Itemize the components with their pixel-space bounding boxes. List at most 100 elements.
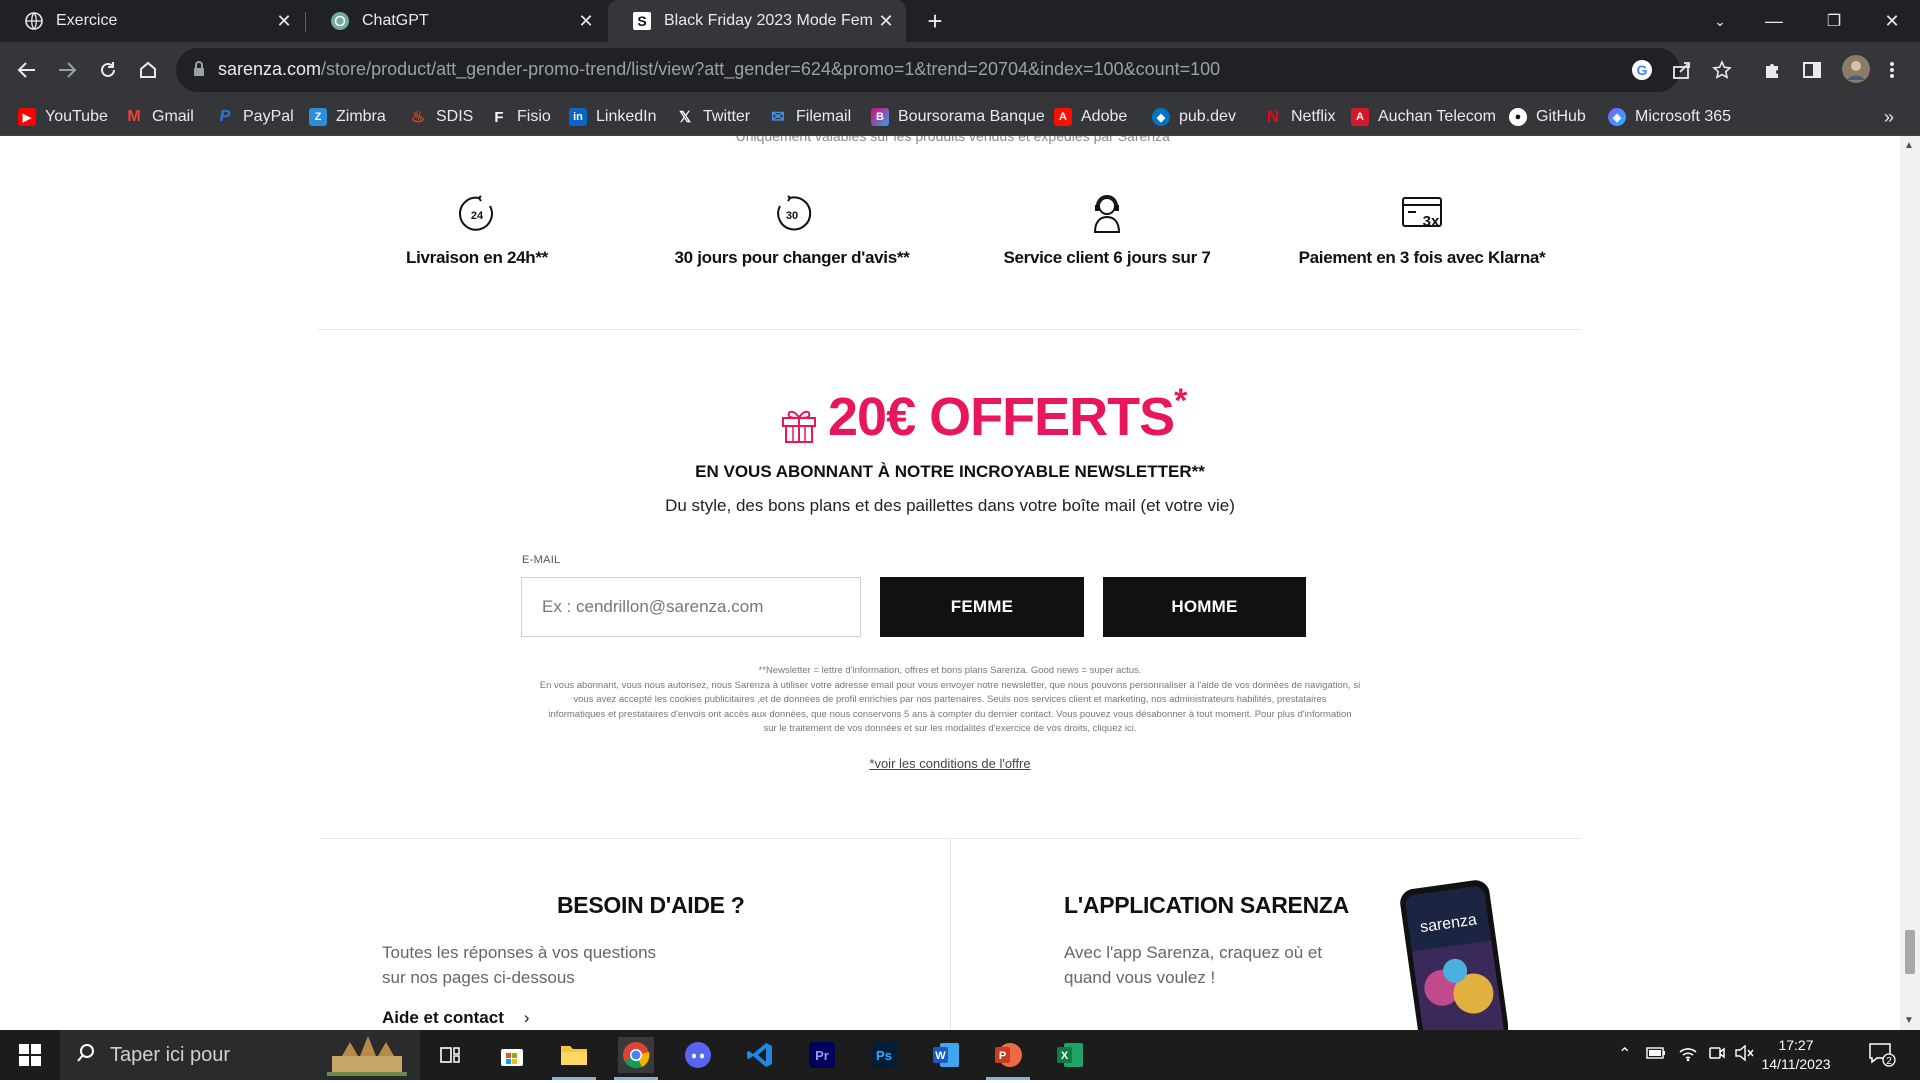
meet-now-icon[interactable] <box>1708 1044 1726 1067</box>
page-scrollbar[interactable] <box>1900 136 1920 1030</box>
bookmark-star-icon[interactable] <box>1710 58 1734 82</box>
tab-sarenza-active[interactable]: S Black Friday 2023 Mode Femme ✕ <box>608 0 906 42</box>
scrollbar-thumb[interactable] <box>1905 930 1915 974</box>
legal-line: **Newsletter = lettre d'information, off… <box>758 665 1142 676</box>
forward-icon[interactable] <box>47 50 87 90</box>
profile-avatar[interactable] <box>1842 55 1870 83</box>
premiere-pro-icon[interactable]: Pr <box>804 1037 840 1073</box>
discord-icon[interactable] <box>680 1037 716 1073</box>
notifications-icon[interactable]: 2 <box>1868 1041 1896 1072</box>
photoshop-icon[interactable]: Ps <box>866 1037 902 1073</box>
github-icon: ● <box>1509 108 1527 126</box>
word-icon[interactable]: W <box>928 1037 964 1073</box>
subscribe-homme-button[interactable]: HOMME <box>1103 577 1306 637</box>
app-text: Avec l'app Sarenza, craquez où et quand … <box>1064 940 1322 990</box>
new-tab-icon[interactable]: + <box>915 0 955 42</box>
service-customer-care: Service client 6 jours sur 7 <box>947 192 1267 268</box>
bookmark-label: SDIS <box>436 108 474 125</box>
vscode-icon[interactable] <box>742 1037 778 1073</box>
legal-line[interactable]: sur le traitement de vos données et sur … <box>520 722 1380 737</box>
tab-exercice[interactable]: Exercice ✕ <box>0 0 304 42</box>
close-tab-icon[interactable]: ✕ <box>272 9 296 33</box>
bookmark-label: Microsoft 365 <box>1635 108 1732 125</box>
taskbar-search[interactable]: Taper ici pour <box>60 1030 420 1080</box>
task-view-icon[interactable] <box>432 1037 468 1073</box>
browser-toolbar: sarenza.com/store/product/att_gender-pro… <box>0 42 1920 98</box>
app-text-line: Avec l'app Sarenza, craquez où et <box>1064 943 1323 962</box>
url-text[interactable]: sarenza.com/store/product/att_gender-pro… <box>218 59 1220 80</box>
bookmark-youtube[interactable]: ▶ YouTube <box>18 106 108 128</box>
share-icon[interactable] <box>1670 58 1694 82</box>
service-label: Livraison en 24h** <box>406 248 548 267</box>
bookmark-fisio[interactable]: F Fisio <box>490 106 550 128</box>
file-explorer-icon[interactable] <box>556 1037 592 1073</box>
side-panel-icon[interactable] <box>1800 58 1824 82</box>
offer-amount: 20€ OFFERTS <box>828 387 1175 447</box>
extensions-icon[interactable] <box>1760 58 1784 82</box>
powerpoint-icon[interactable]: P <box>990 1037 1026 1073</box>
bookmark-github[interactable]: ● GitHub <box>1509 106 1586 128</box>
sarenza-favicon-icon: S <box>632 11 652 31</box>
minimize-icon[interactable]: — <box>1754 0 1794 42</box>
help-text-line: Toutes les réponses à vos questions <box>382 943 657 962</box>
bookmark-paypal[interactable]: P PayPal <box>216 106 294 128</box>
offer-asterisk: * <box>1174 382 1187 420</box>
address-bar[interactable]: sarenza.com/store/product/att_gender-pro… <box>176 48 1680 92</box>
scroll-up-arrow-icon[interactable]: ▲ <box>1904 140 1914 151</box>
reload-icon[interactable] <box>88 50 128 90</box>
microsoft-store-icon[interactable] <box>494 1037 530 1073</box>
linkedin-icon: in <box>569 108 587 126</box>
icon-text: 30 <box>786 210 798 222</box>
close-tab-icon[interactable]: ✕ <box>574 9 598 33</box>
bookmarks-overflow-icon[interactable]: » <box>1884 106 1894 128</box>
payment-3x-icon: 3x <box>1262 192 1582 236</box>
bookmark-adobe[interactable]: A Adobe <box>1054 106 1127 128</box>
app-text-line: quand vous voulez ! <box>1064 968 1216 987</box>
bookmark-twitter[interactable]: 𝕏 Twitter <box>676 106 750 128</box>
offer-conditions-link[interactable]: *voir les conditions de l'offre <box>0 756 1900 771</box>
google-lens-icon[interactable]: G <box>1630 58 1654 82</box>
subscribe-femme-button[interactable]: FEMME <box>880 577 1084 637</box>
service-label: 30 jours pour changer d'avis** <box>674 248 910 267</box>
bookmark-auchan[interactable]: A Auchan Telecom <box>1351 106 1496 128</box>
bookmark-filemail[interactable]: ✉ Filemail <box>769 106 851 128</box>
flame-icon: ♨ <box>410 109 426 126</box>
bookmark-linkedin[interactable]: in LinkedIn <box>569 106 657 128</box>
top-note: *Uniquement valables sur les produits ve… <box>730 136 1170 144</box>
legal-line: informatiques et prestataires d'envois o… <box>548 708 1352 720</box>
system-clock[interactable]: 17:27 14/11/2023 <box>1756 1036 1836 1074</box>
tab-search-chevron-icon[interactable]: ⌄ <box>1700 0 1740 42</box>
lock-icon[interactable] <box>192 60 206 83</box>
bookmark-microsoft365[interactable]: ◈ Microsoft 365 <box>1608 106 1731 128</box>
adobe-icon: A <box>1054 108 1072 126</box>
bookmark-sdis[interactable]: ♨ SDIS <box>409 106 474 128</box>
home-icon[interactable] <box>128 50 168 90</box>
service-label: Service client 6 jours sur 7 <box>1003 248 1211 267</box>
bookmark-pubdev[interactable]: ◆ pub.dev <box>1152 106 1236 128</box>
close-tab-icon[interactable]: ✕ <box>874 9 898 33</box>
bookmark-zimbra[interactable]: Z Zimbra <box>309 106 386 128</box>
tab-chatgpt[interactable]: ChatGPT ✕ <box>306 0 606 42</box>
scroll-down-arrow-icon[interactable]: ▼ <box>1904 1015 1914 1026</box>
email-input[interactable] <box>521 577 861 637</box>
bookmark-gmail[interactable]: M Gmail <box>125 106 193 128</box>
close-window-icon[interactable]: ✕ <box>1872 0 1912 42</box>
battery-icon[interactable] <box>1646 1046 1666 1065</box>
svg-text:W: W <box>935 1050 946 1062</box>
gift-icon <box>779 404 819 449</box>
restore-icon[interactable]: ❐ <box>1814 0 1854 42</box>
bookmark-boursorama[interactable]: B Boursorama Banque <box>871 106 1045 128</box>
tab-title: ChatGPT <box>362 12 429 29</box>
help-contact-link[interactable]: Aide et contact › <box>382 1008 530 1028</box>
24h-delivery-icon: 24 <box>317 192 637 236</box>
windows-start-icon[interactable] <box>12 1037 48 1073</box>
volume-muted-icon[interactable] <box>1734 1044 1754 1067</box>
chrome-icon[interactable] <box>618 1037 654 1073</box>
chrome-menu-icon[interactable] <box>1880 58 1904 82</box>
back-icon[interactable] <box>7 50 47 90</box>
tray-overflow-chevron-icon[interactable]: ⌃ <box>1618 1044 1631 1064</box>
help-text-line: sur nos pages ci-dessous <box>382 968 575 987</box>
wifi-icon[interactable] <box>1678 1044 1698 1067</box>
bookmark-netflix[interactable]: N Netflix <box>1264 106 1336 128</box>
excel-icon[interactable]: X <box>1052 1037 1088 1073</box>
